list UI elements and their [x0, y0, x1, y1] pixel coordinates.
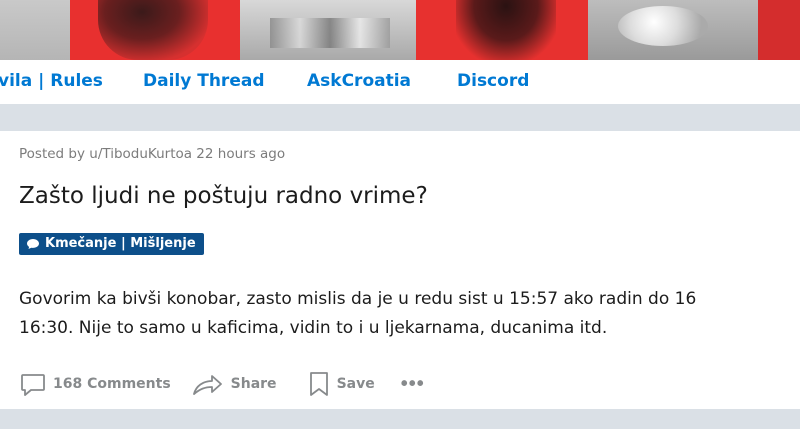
comments-label: 168 Comments — [53, 376, 171, 392]
post-body: Govorim ka bivši konobar, zasto mislis d… — [19, 285, 800, 343]
comment-bubble-icon — [21, 374, 45, 396]
post-actions: 168 Comments Share Save ••• — [19, 368, 425, 400]
post-body-line: Govorim ka bivši konobar, zasto mislis d… — [19, 289, 697, 309]
more-options-icon[interactable]: ••• — [401, 374, 425, 394]
save-button[interactable]: Save — [307, 370, 375, 398]
banner-image-tile — [588, 0, 758, 60]
banner-image-tile — [416, 0, 588, 60]
flair-label: Kmečanje | Mišljenje — [45, 236, 196, 251]
nav-link-rules[interactable]: vila | Rules — [0, 71, 103, 91]
banner-image-tile — [758, 0, 800, 60]
subreddit-banner — [0, 0, 800, 60]
comments-button[interactable]: 168 Comments — [19, 370, 171, 398]
subreddit-nav: vila | Rules Daily Thread AskCroatia Dis… — [0, 60, 800, 104]
share-arrow-icon — [192, 375, 222, 395]
banner-image-tile — [240, 0, 416, 60]
speech-bubble-icon — [27, 239, 39, 249]
nav-link-askcroatia[interactable]: AskCroatia — [307, 71, 411, 91]
share-button[interactable]: Share — [191, 370, 277, 398]
post-flair[interactable]: Kmečanje | Mišljenje — [19, 233, 204, 255]
share-label: Share — [230, 376, 277, 392]
post-title[interactable]: Zašto ljudi ne poštuju radno vrime? — [19, 183, 428, 209]
save-label: Save — [336, 376, 375, 392]
bookmark-icon — [309, 372, 328, 396]
post-body-line: 16:30. Nije to samo u kaficima, vidin to… — [19, 318, 608, 338]
banner-image-tile — [70, 0, 240, 60]
post-meta: Posted by u/TiboduKurtoa 22 hours ago — [19, 146, 286, 162]
post-card[interactable]: Posted by u/TiboduKurtoa 22 hours ago Za… — [0, 131, 800, 409]
nav-link-daily-thread[interactable]: Daily Thread — [143, 71, 265, 91]
nav-link-discord[interactable]: Discord — [457, 71, 529, 91]
banner-image-tile — [0, 0, 70, 60]
